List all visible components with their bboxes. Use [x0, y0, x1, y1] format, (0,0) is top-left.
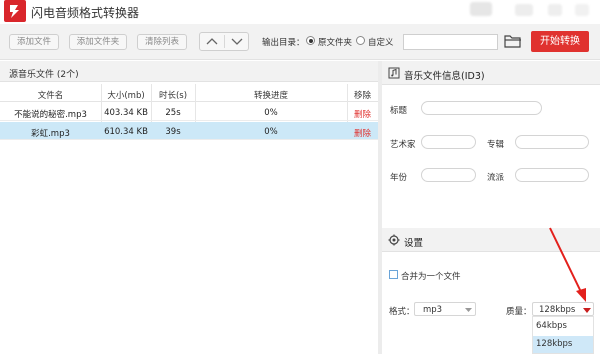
file-duration: 25s: [165, 108, 181, 118]
title-label: 标题: [390, 106, 408, 116]
radio-custom[interactable]: [356, 36, 365, 45]
format-select[interactable]: mp3: [414, 302, 476, 316]
column-progress[interactable]: 转换进度: [195, 89, 347, 101]
quality-value: 128kbps: [539, 305, 576, 315]
output-path-input[interactable]: [403, 34, 498, 50]
custom-label[interactable]: 自定义: [368, 36, 394, 48]
music-file-icon: [388, 67, 400, 79]
chevron-down-icon: [465, 308, 472, 312]
quality-option-64[interactable]: 64kbps: [533, 318, 593, 335]
minimize-icon[interactable]: [548, 4, 562, 16]
app-logo-icon: [4, 0, 26, 22]
quality-dropdown: 64kbps 128kbps: [532, 316, 594, 354]
file-name: 不能说的秘密.mp3: [14, 110, 87, 120]
quality-label: 质量：: [506, 307, 532, 317]
add-file-button[interactable]: 添加文件: [9, 34, 59, 50]
table-header: 文件名 大小(mb) 时长(s) 转换进度 移除: [0, 84, 378, 102]
title-field[interactable]: [421, 101, 542, 115]
quality-option-128[interactable]: 128kbps: [533, 336, 593, 353]
move-buttons: [199, 32, 249, 51]
file-list-empty-area: [0, 140, 378, 354]
menu-icon[interactable]: [515, 4, 533, 16]
column-remove[interactable]: 移除: [347, 89, 378, 101]
source-files-title: 源音乐文件 (2个): [9, 70, 79, 80]
file-size: 610.34 KB: [104, 127, 148, 137]
chevron-down-icon: [583, 308, 591, 313]
file-size: 403.34 KB: [104, 108, 148, 118]
clear-list-button[interactable]: 清除列表: [137, 34, 187, 50]
window-title: 闪电音频格式转换器: [31, 6, 140, 20]
add-folder-button[interactable]: 添加文件夹: [69, 34, 127, 50]
toolbar: 添加文件 添加文件夹 清除列表 输出目录： 原文件夹 自定义 开始转换: [0, 24, 600, 60]
id3-title: 音乐文件信息(ID3): [404, 71, 485, 82]
close-icon[interactable]: [575, 4, 589, 16]
original-folder-label[interactable]: 原文件夹: [318, 36, 352, 48]
app-window: 闪电音频格式转换器 添加文件 添加文件夹 清除列表 输出目录： 原文件夹 自定义…: [0, 0, 600, 354]
artist-label: 艺术家: [390, 140, 416, 150]
genre-label: 流派: [487, 173, 505, 183]
merge-checkbox[interactable]: [389, 270, 398, 279]
table-row[interactable]: 彩虹.mp3 610.34 KB 39s 0% 删除: [0, 122, 378, 140]
panel-divider: [378, 61, 382, 354]
delete-link[interactable]: 删除: [347, 127, 378, 139]
quality-select[interactable]: 128kbps: [532, 302, 594, 316]
file-duration: 39s: [165, 127, 181, 137]
radio-original-folder[interactable]: [306, 36, 315, 45]
start-convert-button[interactable]: 开始转换: [531, 31, 589, 52]
output-dir-label: 输出目录：: [262, 38, 305, 48]
title-bar: 闪电音频格式转换器: [0, 0, 600, 24]
id3-header: 音乐文件信息(ID3): [382, 61, 600, 85]
album-label: 专辑: [487, 140, 505, 150]
file-name: 彩虹.mp3: [31, 129, 70, 139]
column-duration[interactable]: 时长(s): [151, 89, 195, 101]
move-up-icon[interactable]: [206, 37, 218, 46]
format-value: mp3: [423, 305, 443, 315]
settings-title: 设置: [404, 238, 424, 249]
year-field[interactable]: [421, 168, 476, 182]
genre-field[interactable]: [515, 168, 589, 182]
folder-icon[interactable]: [504, 34, 522, 48]
column-filename[interactable]: 文件名: [0, 89, 101, 101]
merge-label[interactable]: 合并为一个文件: [401, 270, 461, 282]
column-size[interactable]: 大小(mb): [101, 89, 151, 101]
settings-header: 设置: [382, 228, 600, 252]
table-row[interactable]: 不能说的秘密.mp3 403.34 KB 25s 0% 删除: [0, 103, 378, 121]
source-files-header: 源音乐文件 (2个): [0, 61, 378, 82]
user-icon[interactable]: [470, 2, 492, 16]
move-down-icon[interactable]: [231, 37, 243, 46]
format-label: 格式：: [389, 307, 415, 317]
file-progress: 0%: [264, 127, 278, 137]
year-label: 年份: [390, 173, 408, 183]
delete-link[interactable]: 删除: [347, 108, 378, 120]
file-progress: 0%: [264, 108, 278, 118]
gear-icon: [388, 234, 400, 246]
artist-field[interactable]: [421, 135, 476, 149]
album-field[interactable]: [515, 135, 589, 149]
